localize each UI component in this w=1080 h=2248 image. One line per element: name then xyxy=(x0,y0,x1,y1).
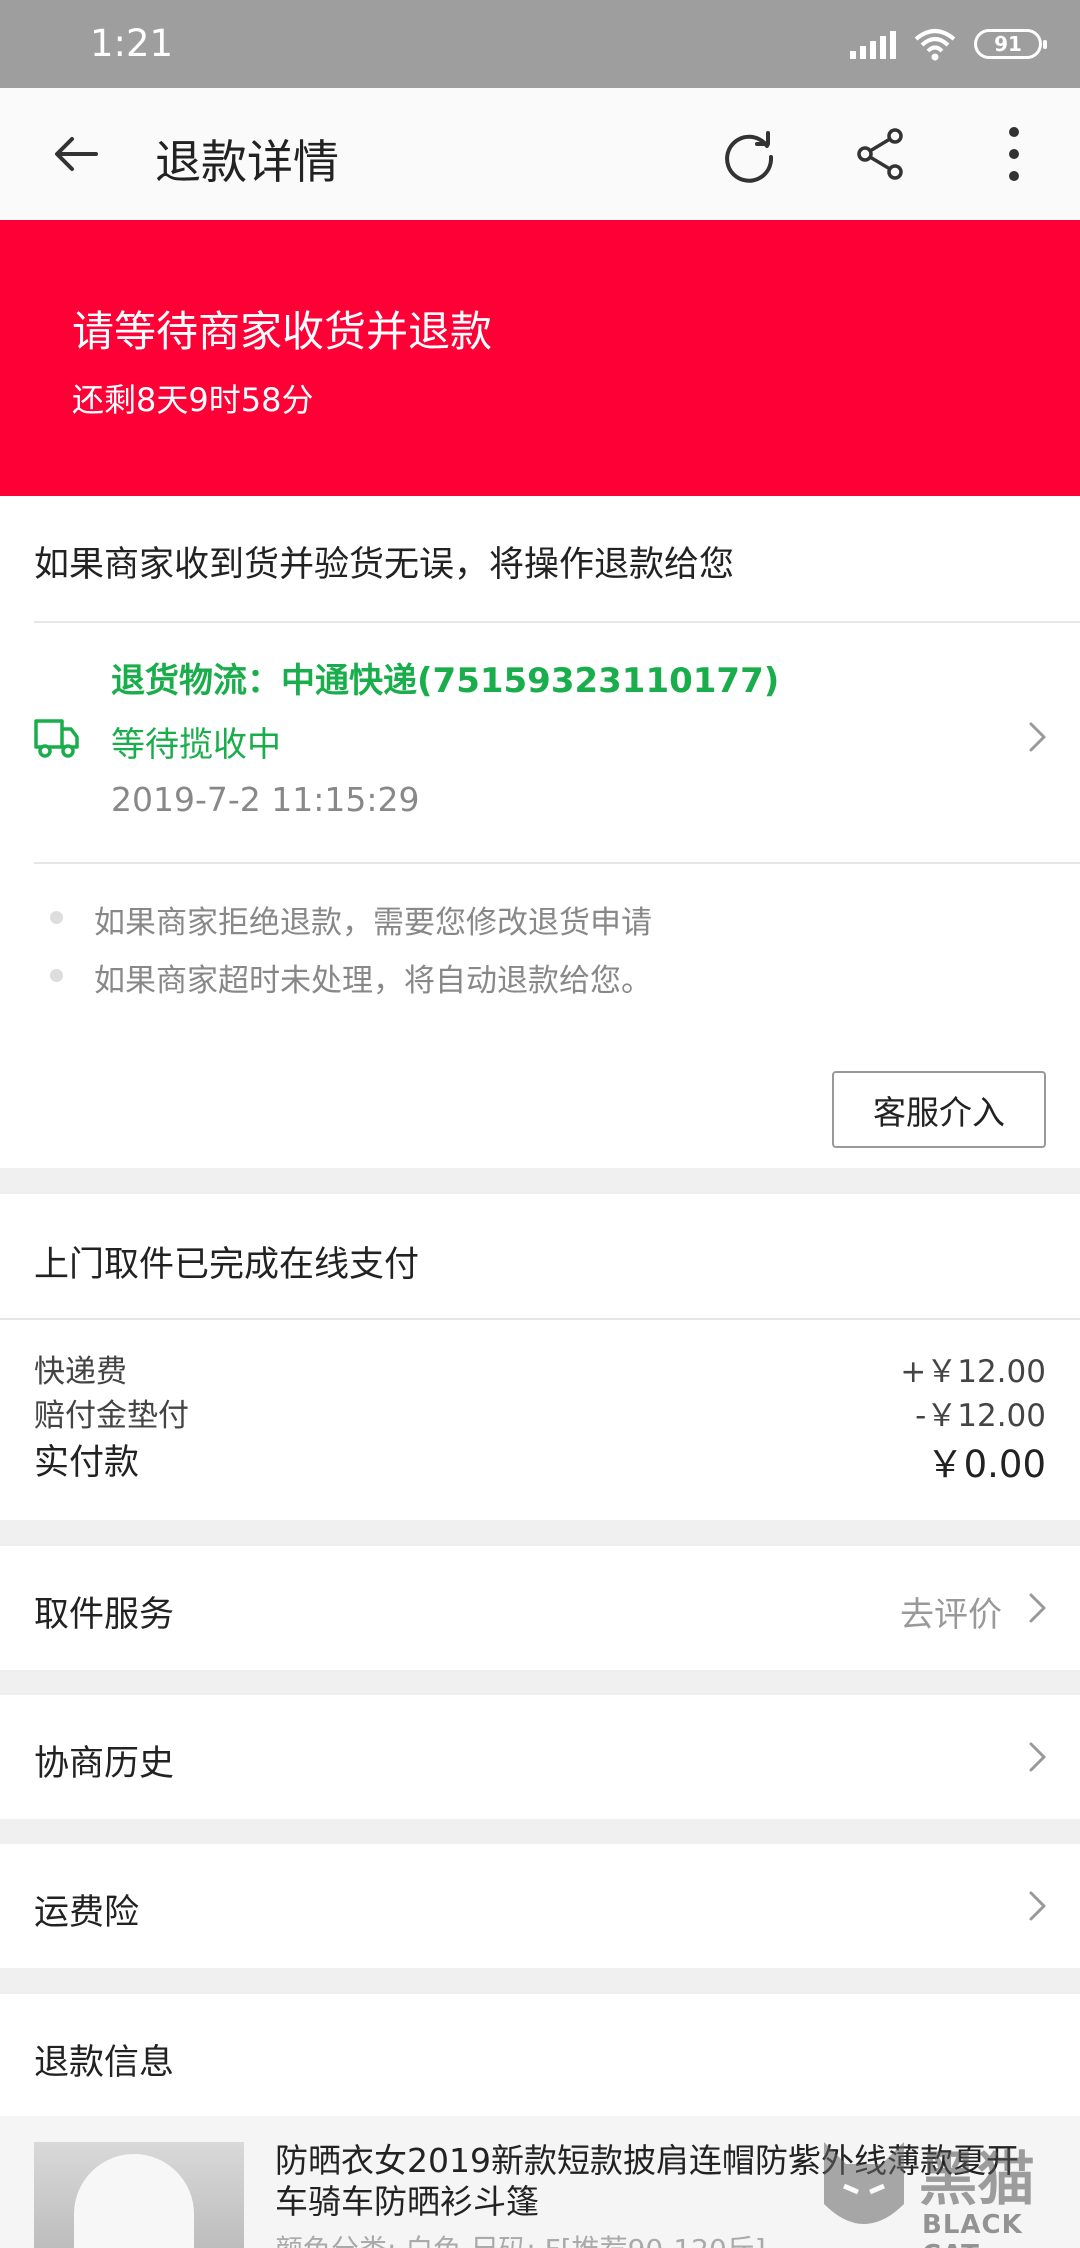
negotiation-history-label: 协商历史 xyxy=(34,1744,175,1784)
shipping-insurance-label: 运费险 xyxy=(34,1893,140,1933)
status-time: 1:21 xyxy=(90,22,174,65)
divider xyxy=(34,862,1080,864)
share-icon xyxy=(857,128,903,180)
status-banner: 请等待商家收货并退款 还剩8天9时58分 xyxy=(0,220,1080,496)
status-bar: 1:21 91 xyxy=(0,0,1080,88)
bullet-dot xyxy=(50,911,63,924)
note-item: 如果商家超时未处理，将自动退款给您。 xyxy=(94,963,652,999)
fee-amount: +￥12.00 xyxy=(900,1354,1046,1390)
product-thumbnail[interactable] xyxy=(34,2142,244,2248)
refund-info-title: 退款信息 xyxy=(34,2043,175,2083)
truck-icon xyxy=(34,719,79,758)
logistics-status: 等待揽收中 xyxy=(111,725,281,765)
pickup-service-label: 取件服务 xyxy=(34,1595,175,1635)
back-button[interactable] xyxy=(36,114,116,194)
logistics-title: 退货物流：中通快递(75159323110177) xyxy=(111,661,780,701)
refresh-icon xyxy=(725,131,774,183)
fee-label: 快递费 xyxy=(34,1354,127,1390)
watermark-en: BLACK CAT xyxy=(922,2210,1023,2248)
total-amount: ￥0.00 xyxy=(926,1443,1046,1486)
refund-status-card: 如果商家收到货并验货无误，将操作退款给您 退货物流：中通快递(751593231… xyxy=(0,496,1080,1168)
countdown-text: 还剩8天9时58分 xyxy=(72,381,314,419)
divider xyxy=(0,1318,1080,1320)
refresh-button[interactable] xyxy=(709,114,789,194)
refund-info-header: 退款信息 xyxy=(0,1994,1080,2116)
cat-logo-icon xyxy=(824,2142,904,2224)
page-title: 退款详情 xyxy=(155,135,339,189)
watermark-cn: 黑猫 xyxy=(919,2145,1036,2213)
watermark: 黑猫 BLACK CAT xyxy=(814,2130,1074,2248)
total-label: 实付款 xyxy=(34,1443,140,1483)
more-button[interactable] xyxy=(974,114,1054,194)
logistics-row[interactable]: 退货物流：中通快递(75159323110177) 等待揽收中 2019-7-2… xyxy=(0,623,1080,859)
wifi-icon xyxy=(914,29,956,61)
pickup-payment-card: 上门取件已完成在线支付 快递费 +￥12.00 赔付金垫付 -￥12.00 实付… xyxy=(0,1194,1080,1520)
signal-icon xyxy=(850,29,896,59)
logistics-time: 2019-7-2 11:15:29 xyxy=(111,780,420,819)
refund-notice: 如果商家收到货并验货无误，将操作退款给您 xyxy=(34,545,735,585)
product-spec: 颜色分类: 白色 尺码: F[推荐90-120斤] xyxy=(275,2228,766,2248)
banner-title: 请等待商家收货并退款 xyxy=(72,307,493,356)
negotiation-history-row[interactable]: 协商历史 xyxy=(0,1695,1080,1819)
shipping-insurance-row[interactable]: 运费险 xyxy=(0,1844,1080,1968)
note-item: 如果商家拒绝退款，需要您修改退货申请 xyxy=(94,905,652,941)
pickup-payment-title: 上门取件已完成在线支付 xyxy=(34,1245,420,1285)
chevron-right-icon xyxy=(1029,1742,1046,1772)
customer-service-button[interactable]: 客服介入 xyxy=(832,1071,1046,1148)
back-arrow-icon xyxy=(55,137,98,171)
more-vertical-icon xyxy=(1009,127,1019,181)
pickup-service-row[interactable]: 取件服务 去评价 xyxy=(0,1546,1080,1670)
bullet-dot xyxy=(50,969,63,982)
fee-label: 赔付金垫付 xyxy=(34,1398,189,1434)
product-image xyxy=(74,2154,194,2248)
fee-amount: -￥12.00 xyxy=(915,1398,1046,1434)
chevron-right-icon xyxy=(1029,722,1046,752)
chevron-right-icon xyxy=(1029,1593,1046,1623)
review-link[interactable]: 去评价 xyxy=(900,1587,1002,1636)
battery-icon: 91 xyxy=(974,29,1047,59)
share-button[interactable] xyxy=(841,114,921,194)
chevron-right-icon xyxy=(1029,1891,1046,1921)
app-header: 退款详情 xyxy=(0,88,1080,220)
status-icons: 91 xyxy=(850,24,1047,64)
